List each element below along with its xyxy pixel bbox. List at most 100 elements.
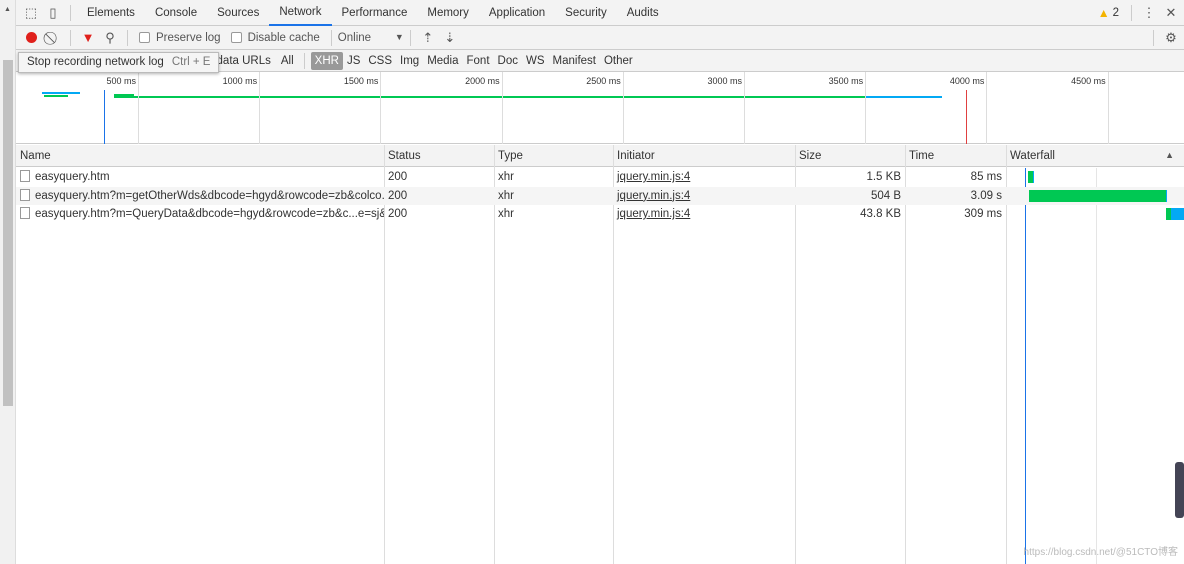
tab-memory[interactable]: Memory bbox=[417, 0, 479, 26]
cell-name: easyquery.htm?m=getOtherWds&dbcode=hgyd&… bbox=[16, 187, 384, 205]
type-text: xhr bbox=[498, 171, 514, 183]
cell-initiator[interactable]: jquery.min.js:4 bbox=[613, 187, 795, 205]
waterfall-bar[interactable] bbox=[1171, 208, 1184, 220]
table-row[interactable]: easyquery.htm?m=QueryData&dbcode=hgyd&ro… bbox=[16, 205, 1184, 223]
filter-type-xhr[interactable]: XHR bbox=[310, 51, 343, 70]
tick-label: 2000 ms bbox=[465, 76, 500, 86]
cell-name: easyquery.htm bbox=[16, 168, 384, 186]
tab-security[interactable]: Security bbox=[555, 0, 617, 26]
tab-audits[interactable]: Audits bbox=[617, 0, 669, 26]
overview-tick: 2000 ms bbox=[465, 72, 503, 144]
preserve-log-checkbox[interactable]: Preserve log bbox=[139, 32, 221, 44]
column-header-type[interactable]: Type bbox=[494, 145, 523, 167]
export-har-icon[interactable]: ⇣ bbox=[439, 27, 461, 49]
import-har-icon[interactable]: ⇡ bbox=[417, 27, 439, 49]
waterfall-bar[interactable] bbox=[1033, 171, 1034, 183]
initiator-link[interactable]: jquery.min.js:4 bbox=[617, 190, 690, 202]
filter-type-ws[interactable]: WS bbox=[522, 52, 549, 70]
cell-size: 43.8 KB bbox=[795, 205, 905, 223]
file-icon bbox=[20, 170, 30, 182]
warning-count[interactable]: 2 bbox=[1113, 7, 1119, 19]
filter-type-manifest[interactable]: Manifest bbox=[549, 52, 600, 70]
type-text: xhr bbox=[498, 208, 514, 220]
cell-time: 3.09 s bbox=[905, 187, 1006, 205]
cell-type: xhr bbox=[494, 168, 613, 186]
cell-initiator[interactable]: jquery.min.js:4 bbox=[613, 205, 795, 223]
scroll-up-icon[interactable]: ▲ bbox=[4, 6, 11, 13]
cell-type: xhr bbox=[494, 205, 613, 223]
column-header-status[interactable]: Status bbox=[384, 145, 421, 167]
table-row[interactable]: easyquery.htm 200 xhr jquery.min.js:4 1.5 KB… bbox=[16, 168, 1184, 186]
inspect-icon[interactable]: ⬚ bbox=[20, 2, 42, 24]
name-text: easyquery.htm?m=QueryData&dbcode=hgyd&ro… bbox=[35, 208, 384, 220]
overview-tick: 4500 ms bbox=[1071, 72, 1109, 144]
column-header-waterfall[interactable]: Waterfall bbox=[1006, 145, 1055, 167]
status-text: 200 bbox=[388, 171, 408, 183]
overview-tick: 1500 ms bbox=[344, 72, 382, 144]
filter-type-doc[interactable]: Doc bbox=[494, 52, 522, 70]
device-toolbar-icon[interactable]: ▯ bbox=[42, 2, 64, 24]
tick-label: 3500 ms bbox=[828, 76, 864, 86]
filter-type-all[interactable]: All bbox=[277, 52, 298, 70]
tab-console[interactable]: Console bbox=[145, 0, 207, 26]
name-text: easyquery.htm?m=getOtherWds&dbcode=hgyd&… bbox=[35, 189, 384, 202]
initiator-link[interactable]: jquery.min.js:4 bbox=[617, 171, 690, 183]
column-header-initiator[interactable]: Initiator bbox=[613, 145, 655, 167]
tick-label: 3000 ms bbox=[707, 76, 742, 86]
waterfall-bar[interactable] bbox=[1166, 189, 1167, 202]
overview-timeline[interactable]: 500 ms 1000 ms 1500 ms 2000 ms 2500 ms 3000 m… bbox=[16, 72, 1184, 144]
load-line bbox=[966, 90, 967, 144]
column-header-name[interactable]: Name bbox=[16, 145, 51, 167]
column-header-time[interactable]: Time bbox=[905, 145, 934, 167]
tab-application[interactable]: Application bbox=[479, 0, 555, 26]
close-icon[interactable]: ✕ bbox=[1160, 2, 1182, 24]
tab-network[interactable]: Network bbox=[269, 0, 332, 26]
cell-time: 309 ms bbox=[905, 205, 1006, 223]
page-scrollbar[interactable]: ▲ bbox=[0, 0, 16, 564]
filter-type-other[interactable]: Other bbox=[600, 52, 637, 70]
filter-type-css[interactable]: CSS bbox=[364, 52, 396, 70]
waterfall-dom-line bbox=[1025, 168, 1026, 564]
status-text: 200 bbox=[388, 208, 408, 220]
search-icon[interactable]: ⚲ bbox=[99, 27, 121, 49]
cell-initiator[interactable]: jquery.min.js:4 bbox=[613, 168, 795, 186]
tab-elements[interactable]: Elements bbox=[77, 0, 145, 26]
filter-type-js[interactable]: JS bbox=[343, 52, 364, 70]
record-button[interactable] bbox=[20, 27, 42, 49]
overview-bar bbox=[866, 96, 942, 98]
tick-label: 1000 ms bbox=[222, 76, 258, 86]
cell-time: 85 ms bbox=[905, 168, 1006, 186]
waterfall-bar[interactable] bbox=[1029, 189, 1166, 202]
filter-type-media[interactable]: Media bbox=[423, 52, 462, 70]
disable-cache-checkbox[interactable]: Disable cache bbox=[230, 32, 320, 44]
initiator-link[interactable]: jquery.min.js:4 bbox=[617, 208, 690, 220]
tick-label: 500 ms bbox=[106, 76, 136, 86]
status-text: 200 bbox=[388, 189, 408, 202]
scrollbar-thumb[interactable] bbox=[3, 60, 13, 406]
devtools: ⬚ ▯ Elements Console Sources Network Perform… bbox=[16, 0, 1184, 564]
filter-type-font[interactable]: Font bbox=[463, 52, 494, 70]
tick-label: 4000 ms bbox=[949, 76, 985, 86]
size-text: 504 B bbox=[870, 189, 901, 202]
cell-status: 200 bbox=[384, 205, 494, 223]
warning-icon[interactable]: ▲ bbox=[1098, 6, 1110, 20]
throttling-select[interactable]: Online ▼ bbox=[338, 32, 404, 44]
cell-type: xhr bbox=[494, 187, 613, 205]
filter-type-img[interactable]: Img bbox=[396, 52, 423, 70]
column-header-size[interactable]: Size bbox=[795, 145, 821, 167]
more-menu-icon[interactable]: ⋮ bbox=[1138, 2, 1160, 24]
sort-ascending-icon[interactable]: ▲ bbox=[1165, 150, 1174, 160]
network-toolbar: ⃠ ▼ ⚲ Preserve log Disable cache Online▼… bbox=[16, 26, 1184, 50]
time-text: 85 ms bbox=[970, 171, 1002, 183]
overview-tick: 500 ms bbox=[106, 72, 139, 144]
tab-performance[interactable]: Performance bbox=[332, 0, 418, 26]
filter-icon[interactable]: ▼ bbox=[77, 27, 99, 49]
settings-gear-icon[interactable]: ⚙ bbox=[1160, 27, 1182, 49]
cell-status: 200 bbox=[384, 168, 494, 186]
side-widget[interactable] bbox=[1175, 462, 1184, 518]
clear-icon[interactable]: ⃠ bbox=[42, 27, 64, 49]
table-row[interactable]: easyquery.htm?m=getOtherWds&dbcode=hgyd&… bbox=[16, 186, 1184, 205]
tick-label: 1500 ms bbox=[343, 76, 379, 86]
tab-sources[interactable]: Sources bbox=[207, 0, 269, 26]
overview-bar bbox=[44, 95, 68, 97]
